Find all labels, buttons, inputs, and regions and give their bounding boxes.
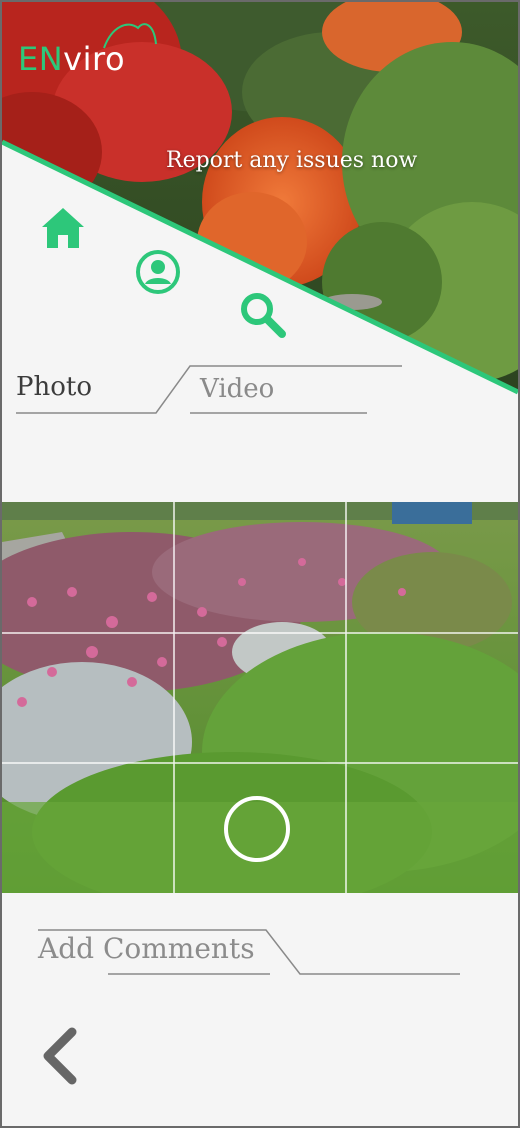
tab-video[interactable]: Video [200,374,274,404]
tagline: Report any issues now [166,148,418,173]
shutter-button[interactable] [224,796,290,862]
media-tabs: Photo Video [2,362,518,422]
tab-photo[interactable]: Photo [16,372,92,402]
app-screen: ENviro Report any issues now Photo Video [0,0,520,1128]
chevron-left-icon[interactable] [38,1026,82,1086]
add-comments-field[interactable]: Add Comments [38,932,255,965]
logo-text-viro: viro [63,40,126,78]
app-logo: ENviro [18,40,125,78]
search-icon[interactable] [238,290,288,340]
logo-text-en: EN [18,40,64,78]
user-icon[interactable] [134,248,182,296]
home-icon[interactable] [40,206,86,250]
